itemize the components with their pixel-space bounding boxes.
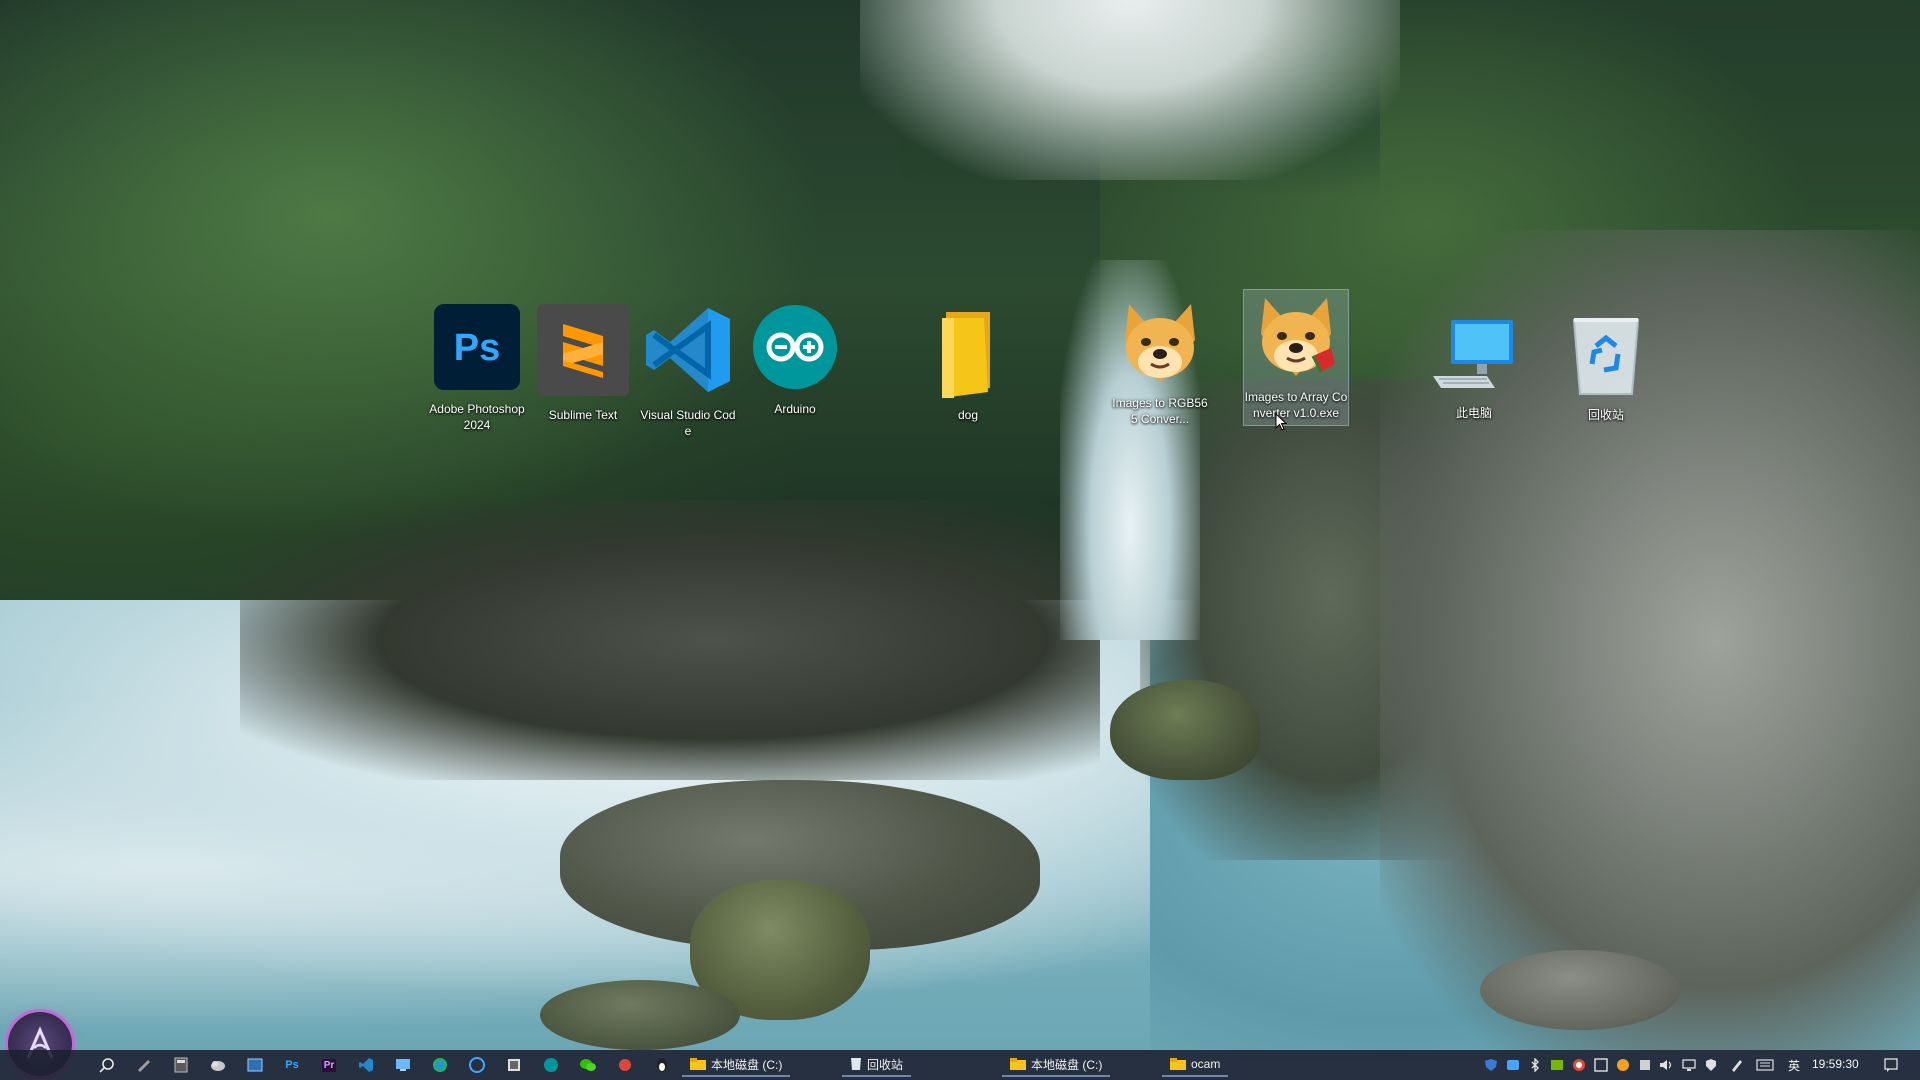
edge-icon[interactable]: [429, 1054, 451, 1076]
app-icon[interactable]: [614, 1054, 636, 1076]
folder-icon: [1170, 1058, 1186, 1070]
wallpaper-sky: [860, 0, 1400, 180]
folder-icon: [942, 312, 990, 398]
desktop-icon-dog-folder[interactable]: dog: [918, 308, 1018, 423]
search-icon[interactable]: [96, 1054, 118, 1076]
folder-icon: [1010, 1058, 1026, 1070]
app-tray-icon[interactable]: [1614, 1055, 1632, 1075]
taskbar-window-local-disk[interactable]: 本地磁盘 (C:): [682, 1053, 791, 1077]
pen-tray-icon[interactable]: [1728, 1055, 1746, 1075]
taskbar-window-label: ocam: [1191, 1057, 1221, 1071]
nvidia-icon[interactable]: [1548, 1055, 1566, 1075]
desktop-icon-label: 此电脑: [1455, 406, 1492, 420]
taskbar-window-recycle-bin[interactable]: 回收站: [842, 1053, 912, 1077]
premiere-icon[interactable]: Pr: [318, 1054, 340, 1076]
network-icon[interactable]: [1680, 1055, 1698, 1075]
wallpaper-boulder: [1480, 950, 1680, 1030]
taskbar-window-ocam[interactable]: ocam: [1162, 1053, 1229, 1077]
keyboard-icon[interactable]: [1756, 1055, 1774, 1075]
cloud-sync-icon[interactable]: [1504, 1055, 1522, 1075]
window-icon[interactable]: [244, 1054, 266, 1076]
desktop-icon-arduino[interactable]: Arduino: [745, 302, 845, 417]
chrome-icon[interactable]: [1570, 1055, 1588, 1075]
doge-icon: [1261, 298, 1335, 376]
cloud-icon[interactable]: [207, 1054, 229, 1076]
qq-icon[interactable]: [651, 1054, 673, 1076]
photoshop-icon: Ps: [434, 304, 520, 390]
wallpaper-boulder: [1110, 680, 1260, 780]
remote-icon[interactable]: [392, 1054, 414, 1076]
folder-icon: [690, 1058, 706, 1070]
desktop-icon-label: Images to Array Converter v1.0.exe: [1244, 390, 1348, 420]
desktop-icon-label: Visual Studio Code: [640, 408, 736, 438]
calculator-icon[interactable]: [170, 1054, 192, 1076]
screenshot-icon[interactable]: [1592, 1055, 1610, 1075]
desktop-icon-photoshop[interactable]: Ps Adobe Photoshop 2024: [427, 302, 527, 433]
desktop-icon-this-pc[interactable]: 此电脑: [1424, 316, 1524, 421]
wallpaper-rock-left: [240, 500, 1100, 780]
desktop-icon-vscode[interactable]: Visual Studio Code: [638, 302, 738, 439]
desktop-icon-label: Adobe Photoshop 2024: [429, 402, 525, 432]
computer-icon: [1433, 320, 1513, 388]
app-icon[interactable]: [503, 1054, 525, 1076]
taskbar-window-label: 本地磁盘 (C:): [711, 1057, 783, 1072]
recycle-bin-icon: [1572, 318, 1640, 395]
desktop-icon-label: Images to RGB565 Conver...: [1112, 396, 1208, 426]
notification-icon[interactable]: [1882, 1055, 1900, 1075]
arduino-icon: [753, 305, 837, 389]
pen-icon[interactable]: [133, 1054, 155, 1076]
recycle-bin-icon: [851, 1058, 861, 1070]
browser-icon[interactable]: [466, 1054, 488, 1076]
desktop-icon-sublime-text[interactable]: Sublime Text: [533, 302, 633, 423]
desktop-icon-recycle-bin[interactable]: 回收站: [1556, 312, 1656, 423]
desktop-icon-label: Sublime Text: [548, 408, 618, 422]
desktop-icon-images-to-rgb565[interactable]: Images to RGB565 Conver...: [1110, 296, 1210, 427]
taskbar-window-label: 回收站: [867, 1057, 904, 1072]
taskbar-clock[interactable]: 19:59:30: [1812, 1057, 1859, 1071]
desktop-icon-label: Arduino: [774, 402, 816, 416]
photoshop-icon[interactable]: Ps: [281, 1054, 303, 1076]
volume-icon[interactable]: [1658, 1055, 1676, 1075]
security-icon[interactable]: [1702, 1055, 1720, 1075]
ime-indicator[interactable]: 英: [1788, 1057, 1800, 1074]
wallpaper-boulder: [540, 980, 740, 1050]
app-tray-icon[interactable]: [1636, 1055, 1654, 1075]
desktop-icon-label: 回收站: [1587, 408, 1624, 422]
vscode-icon: [646, 308, 730, 392]
bluetooth-icon[interactable]: [1526, 1055, 1544, 1075]
desktop-icon-label: dog: [957, 408, 979, 422]
shield-icon[interactable]: [1482, 1055, 1500, 1075]
desktop[interactable]: Ps Adobe Photoshop 2024 Sublime Text Vis…: [0, 0, 1920, 1080]
vscode-icon[interactable]: [355, 1054, 377, 1076]
taskbar-window-local-disk[interactable]: 本地磁盘 (C:): [1002, 1053, 1111, 1077]
arduino-icon[interactable]: [540, 1054, 562, 1076]
mouse-cursor-icon: [1275, 413, 1287, 431]
sublime-text-icon: [537, 304, 629, 396]
svg-text:Ps: Ps: [454, 327, 500, 369]
wechat-icon[interactable]: [577, 1054, 599, 1076]
taskbar-window-label: 本地磁盘 (C:): [1031, 1057, 1103, 1072]
desktop-icon-images-to-array[interactable]: Images to Array Converter v1.0.exe: [1243, 289, 1349, 426]
taskbar: Ps Pr 本地磁盘 (C:) 回收站 本地磁盘 (C:) ocam 英 19:…: [0, 1050, 1920, 1080]
doge-icon: [1125, 304, 1195, 382]
